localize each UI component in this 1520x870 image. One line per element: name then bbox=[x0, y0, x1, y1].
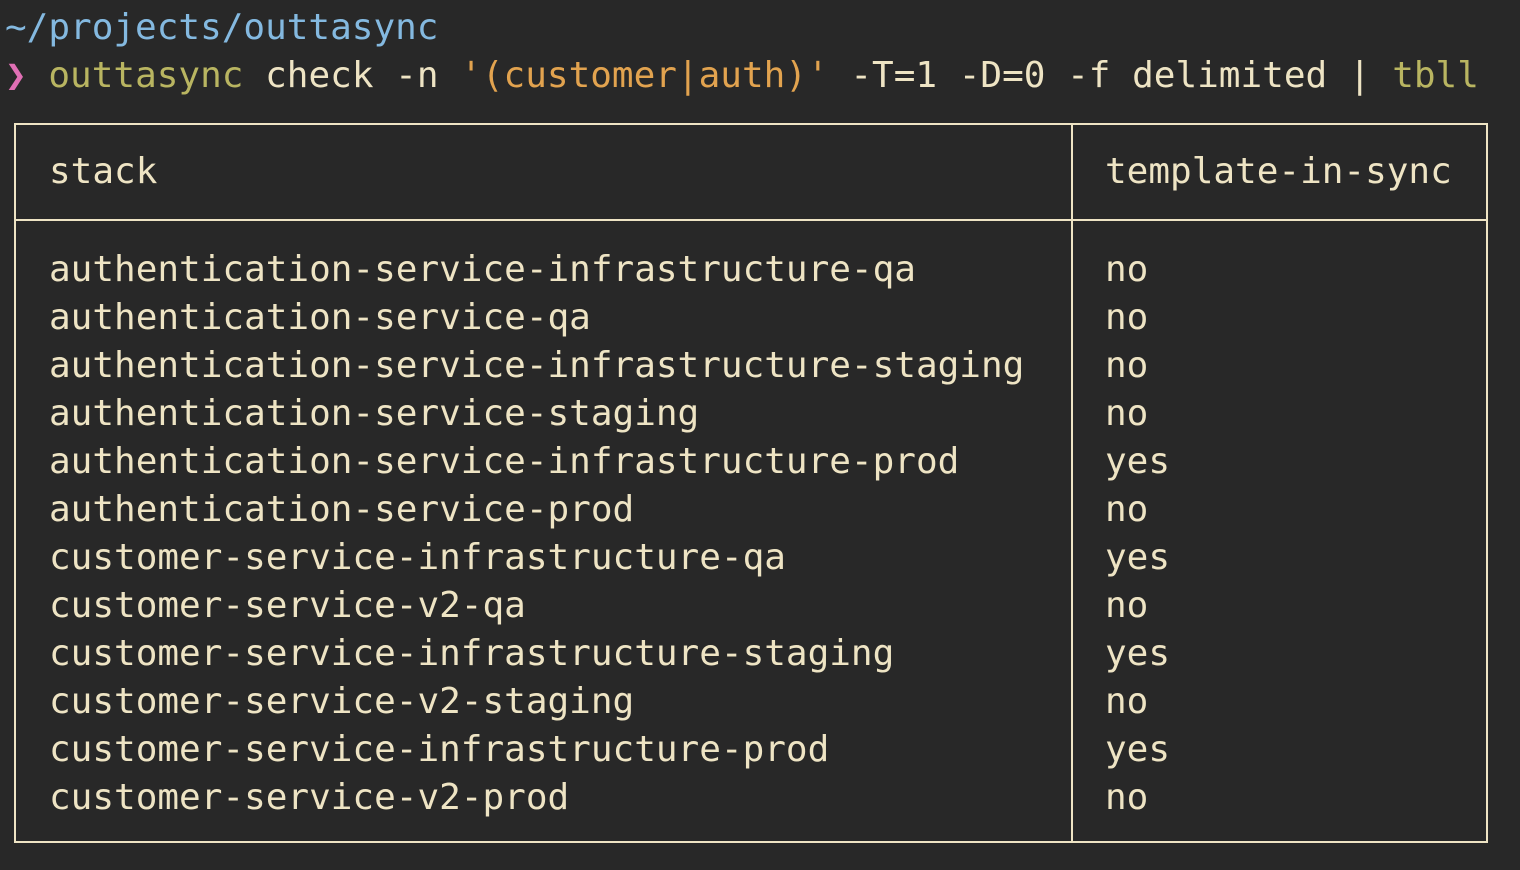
table-row: customer-service-v2-prod no bbox=[16, 774, 1486, 822]
table-row: authentication-service-staging no bbox=[16, 390, 1486, 438]
table-row: customer-service-v2-qa no bbox=[16, 582, 1486, 630]
prompt-arrow-icon: ❯ bbox=[5, 55, 27, 96]
table-row: customer-service-infrastructure-qa yes bbox=[16, 534, 1486, 582]
sync-status: no bbox=[1105, 345, 1149, 386]
sync-status: yes bbox=[1105, 441, 1171, 482]
table-row: authentication-service-qa no bbox=[16, 294, 1486, 342]
stack-name: customer-service-v2-qa bbox=[49, 585, 526, 626]
sync-status: yes bbox=[1105, 537, 1171, 578]
stack-name: authentication-service-prod bbox=[49, 489, 635, 530]
stack-name: authentication-service-infrastructure-st… bbox=[49, 345, 1025, 386]
pipe-tool-name: tbll bbox=[1392, 55, 1479, 96]
command-flags: -T=1 -D=0 -f delimited bbox=[828, 55, 1349, 96]
command-args: check -n bbox=[243, 55, 461, 96]
command-line[interactable]: ❯ outtasync check -n '(customer|auth)' -… bbox=[5, 52, 1479, 100]
table-row: authentication-service-infrastructure-pr… bbox=[16, 438, 1486, 486]
stack-name: customer-service-infrastructure-qa bbox=[49, 537, 786, 578]
stack-name: authentication-service-infrastructure-qa bbox=[49, 249, 916, 290]
sync-status: yes bbox=[1105, 729, 1171, 770]
table-row: customer-service-infrastructure-staging … bbox=[16, 630, 1486, 678]
sync-status: no bbox=[1105, 249, 1149, 290]
sync-status: no bbox=[1105, 489, 1149, 530]
sync-status: yes bbox=[1105, 633, 1171, 674]
sync-status: no bbox=[1105, 393, 1149, 434]
stack-name: authentication-service-staging bbox=[49, 393, 700, 434]
sync-status: no bbox=[1105, 585, 1149, 626]
header-template-in-sync: template-in-sync bbox=[1105, 151, 1452, 192]
table-row: authentication-service-infrastructure-st… bbox=[16, 342, 1486, 390]
table-row: authentication-service-infrastructure-qa… bbox=[16, 246, 1486, 294]
table-row: customer-service-infrastructure-prod yes bbox=[16, 726, 1486, 774]
sync-status: no bbox=[1105, 681, 1149, 722]
sync-status: no bbox=[1105, 777, 1149, 818]
pipe-symbol: | bbox=[1348, 55, 1393, 96]
header-stack: stack bbox=[49, 151, 158, 192]
results-table: stack template-in-sync authentication-se… bbox=[14, 123, 1488, 843]
sync-status: no bbox=[1105, 297, 1149, 338]
table-row: customer-service-v2-staging no bbox=[16, 678, 1486, 726]
stack-name: authentication-service-infrastructure-pr… bbox=[49, 441, 960, 482]
command-name: outtasync bbox=[48, 55, 244, 96]
command-name-filter: '(customer|auth)' bbox=[460, 55, 829, 96]
current-directory: ~/projects/outtasync bbox=[5, 7, 439, 48]
stack-name: customer-service-v2-prod bbox=[49, 777, 570, 818]
stack-name: authentication-service-qa bbox=[49, 297, 591, 338]
stack-name: customer-service-infrastructure-prod bbox=[49, 729, 830, 770]
stack-name: customer-service-v2-staging bbox=[49, 681, 635, 722]
table-body: authentication-service-infrastructure-qa… bbox=[16, 246, 1486, 822]
table-row: authentication-service-prod no bbox=[16, 486, 1486, 534]
stack-name: customer-service-infrastructure-staging bbox=[49, 633, 895, 674]
header-divider bbox=[16, 219, 1486, 221]
